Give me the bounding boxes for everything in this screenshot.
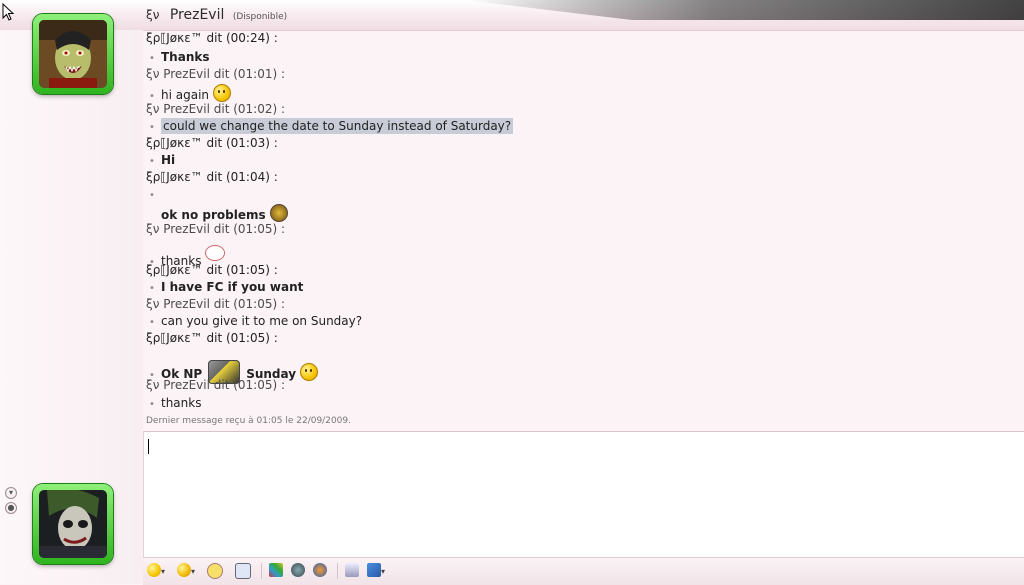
wink-icon <box>177 563 191 577</box>
conversation-history: ξρ⟦Jøκε™ dit (00:24) : • Thanks ξν PrezEv… <box>146 31 1016 427</box>
contact-name[interactable]: PrezEvil <box>170 7 225 23</box>
collapse-avatar-icon[interactable]: ▾ <box>5 487 17 499</box>
emoticon-icon <box>147 563 161 577</box>
contact-status: (Disponible) <box>232 12 288 22</box>
activities-button[interactable] <box>313 563 327 579</box>
nudge-icon <box>207 563 223 579</box>
mouse-cursor-icon <box>2 3 14 21</box>
message-header: ξρ⟦Jøκε™ dit (01:05) : <box>146 331 278 345</box>
background-button[interactable] <box>269 563 283 579</box>
background-icon <box>269 563 283 577</box>
tongue-emoticon-icon <box>213 84 232 102</box>
toolbar-separator <box>261 563 262 579</box>
message-line: • thanks <box>146 395 201 413</box>
webcam-icon[interactable]: ● <box>5 502 17 514</box>
voice-clip-icon <box>235 563 251 579</box>
bullet-icon: • <box>149 317 155 328</box>
message-input[interactable] <box>143 431 1024 558</box>
message-header: ξρ⟦Jøκε™ dit (01:03) : <box>146 136 278 150</box>
font-button[interactable] <box>345 563 359 579</box>
contact-prefix: ξν <box>146 8 160 22</box>
bullet-icon: • <box>149 53 155 64</box>
voice-clip-button[interactable] <box>235 563 251 579</box>
message-line: • I have FC if you want <box>146 279 303 297</box>
message-header: ξν PrezEvil dit (01:02) : <box>146 102 286 116</box>
contact-avatar[interactable] <box>33 14 113 94</box>
user-avatar-image <box>39 490 107 558</box>
games-icon <box>291 563 305 577</box>
bullet-icon: • <box>149 156 155 167</box>
side-controls: ▾ ● <box>5 487 17 517</box>
message-header: ξν PrezEvil dit (01:05) : <box>146 378 286 392</box>
games-button[interactable] <box>291 563 305 579</box>
block-icon <box>367 563 381 577</box>
contact-title: ξν PrezEvil (Disponible) <box>146 7 287 23</box>
wink-emoticon-icon <box>300 363 319 381</box>
message-line: • can you give it to me on Sunday? <box>146 313 362 331</box>
selected-text[interactable]: could we change the date to Sunday inste… <box>161 118 514 134</box>
block-button[interactable]: ▾ <box>367 563 385 579</box>
nudge-button[interactable] <box>207 563 223 579</box>
title-bar: ξν PrezEvil (Disponible) <box>0 0 1024 31</box>
message-header: ξρ⟦Jøκε™ dit (01:04) : <box>146 170 278 184</box>
message-line: • could we change the date to Sunday inst… <box>146 118 514 136</box>
bullet-icon: • <box>149 399 155 410</box>
bees-emoticon-icon <box>269 204 288 222</box>
wink-button[interactable]: ▾ <box>177 563 195 579</box>
bullet-icon: • <box>149 190 155 201</box>
message-header: ξρ⟦Jøκε™ dit (01:05) : <box>146 263 278 277</box>
toolbar-separator <box>337 563 338 579</box>
message-header: ξν PrezEvil dit (01:05) : <box>146 297 286 311</box>
message-header: ξν PrezEvil dit (01:05) : <box>146 222 286 236</box>
bullet-icon: • <box>149 283 155 294</box>
emoticon-button[interactable]: ▾ <box>147 563 165 579</box>
message-header: ξν PrezEvil dit (01:01) : <box>146 67 286 81</box>
user-avatar[interactable] <box>33 484 113 564</box>
message-line: • <box>146 186 161 204</box>
last-message-note: Dernier message reçu à 01:05 le 22/09/20… <box>146 416 351 426</box>
message-line: • Thanks <box>146 49 210 67</box>
title-bar-gloss <box>464 0 1024 20</box>
format-toolbar: ▾ ▾ ▾ <box>143 557 1024 585</box>
message-line: • Hi <box>146 152 175 170</box>
bullet-icon: • <box>149 122 155 133</box>
text-caret <box>148 439 149 454</box>
thought-bubble-emoticon-icon <box>205 245 226 261</box>
message-header: ξρ⟦Jøκε™ dit (00:24) : <box>146 31 278 45</box>
font-icon <box>345 563 359 577</box>
activities-icon <box>313 563 327 577</box>
contact-avatar-image <box>39 20 107 88</box>
